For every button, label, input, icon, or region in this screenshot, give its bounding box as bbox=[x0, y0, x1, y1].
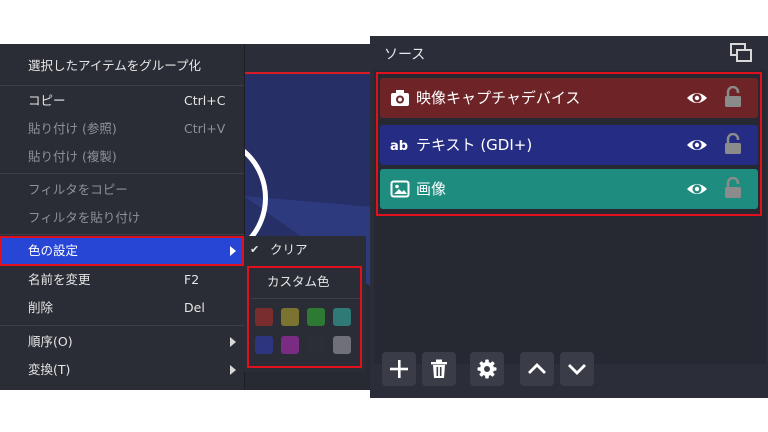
menu-item-copy-filters[interactable]: フィルタをコピー bbox=[0, 176, 244, 204]
lock-icon[interactable] bbox=[724, 86, 742, 108]
menu-separator bbox=[251, 298, 360, 299]
context-menu: 選択したアイテムをグループ化 コピー Ctrl+C 貼り付け (参照) Ctrl… bbox=[0, 44, 245, 390]
source-item[interactable]: 画像 bbox=[380, 169, 758, 209]
gear-icon bbox=[477, 359, 497, 379]
custom-color-section: カスタム色 bbox=[247, 266, 362, 368]
move-down-button[interactable] bbox=[560, 352, 594, 386]
sources-dock: ソース 映像キャプチャデバイス ab テキスト (GDI+) 画像 bbox=[370, 36, 768, 398]
color-submenu: ✔ クリア カスタム色 bbox=[244, 236, 366, 372]
menu-separator bbox=[0, 325, 244, 326]
source-properties-button[interactable] bbox=[470, 352, 504, 386]
source-item[interactable]: ab テキスト (GDI+) bbox=[380, 125, 758, 165]
undock-icon[interactable] bbox=[730, 43, 752, 63]
submenu-arrow-icon bbox=[230, 246, 236, 256]
image-icon bbox=[390, 180, 410, 198]
color-swatch[interactable] bbox=[255, 308, 273, 326]
submenu-arrow-icon bbox=[230, 337, 236, 347]
svg-text:ab: ab bbox=[390, 139, 408, 154]
color-swatch[interactable] bbox=[255, 336, 273, 354]
menu-separator bbox=[0, 173, 244, 174]
move-up-button[interactable] bbox=[520, 352, 554, 386]
custom-color-button[interactable]: カスタム色 bbox=[267, 271, 330, 293]
lock-icon[interactable] bbox=[724, 133, 742, 155]
add-source-button[interactable] bbox=[382, 352, 416, 386]
source-item[interactable]: 映像キャプチャデバイス bbox=[380, 78, 758, 118]
color-swatch[interactable] bbox=[281, 308, 299, 326]
dock-title: ソース bbox=[384, 47, 426, 63]
add-icon bbox=[390, 360, 408, 378]
source-name: 映像キャプチャデバイス bbox=[416, 89, 581, 107]
menu-item-paste-ref[interactable]: 貼り付け (参照) Ctrl+V bbox=[0, 115, 244, 143]
lock-icon[interactable] bbox=[724, 177, 742, 199]
clear-color-item[interactable]: ✔ クリア bbox=[244, 236, 366, 264]
source-name: テキスト (GDI+) bbox=[416, 136, 533, 154]
menu-item-copy[interactable]: コピー Ctrl+C bbox=[0, 87, 244, 115]
text-ab-icon: ab bbox=[390, 139, 408, 154]
shortcut-label: Ctrl+C bbox=[184, 93, 226, 108]
submenu-arrow-icon bbox=[230, 365, 236, 375]
chevron-down-icon bbox=[568, 364, 586, 375]
trash-icon bbox=[431, 359, 447, 378]
eye-icon[interactable] bbox=[686, 179, 708, 199]
menu-item-group[interactable]: 選択したアイテムをグループ化 bbox=[0, 52, 244, 80]
camera-icon bbox=[391, 90, 409, 106]
eye-icon[interactable] bbox=[686, 135, 708, 155]
menu-item-order[interactable]: 順序(O) bbox=[0, 328, 244, 356]
eye-icon[interactable] bbox=[686, 88, 708, 108]
shortcut-label: F2 bbox=[184, 272, 200, 287]
menu-item-transform[interactable]: 変換(T) bbox=[0, 356, 244, 384]
menu-item-rename[interactable]: 名前を変更 F2 bbox=[0, 266, 244, 294]
color-swatch[interactable] bbox=[307, 336, 325, 354]
remove-source-button[interactable] bbox=[422, 352, 456, 386]
menu-item-paste-filters[interactable]: フィルタを貼り付け bbox=[0, 204, 244, 232]
menu-item-set-color[interactable]: 色の設定 bbox=[0, 236, 244, 266]
shortcut-label: Del bbox=[184, 300, 205, 315]
check-icon: ✔ bbox=[250, 243, 260, 256]
menu-item-paste-dup[interactable]: 貼り付け (複製) bbox=[0, 143, 244, 171]
color-swatch[interactable] bbox=[307, 308, 325, 326]
menu-separator bbox=[0, 234, 244, 235]
menu-item-delete[interactable]: 削除 Del bbox=[0, 294, 244, 322]
chevron-up-icon bbox=[528, 363, 546, 374]
source-name: 画像 bbox=[416, 180, 447, 198]
color-swatch[interactable] bbox=[281, 336, 299, 354]
color-swatch[interactable] bbox=[333, 336, 351, 354]
color-swatch[interactable] bbox=[333, 308, 351, 326]
shortcut-label: Ctrl+V bbox=[184, 121, 226, 136]
menu-separator bbox=[0, 85, 244, 86]
